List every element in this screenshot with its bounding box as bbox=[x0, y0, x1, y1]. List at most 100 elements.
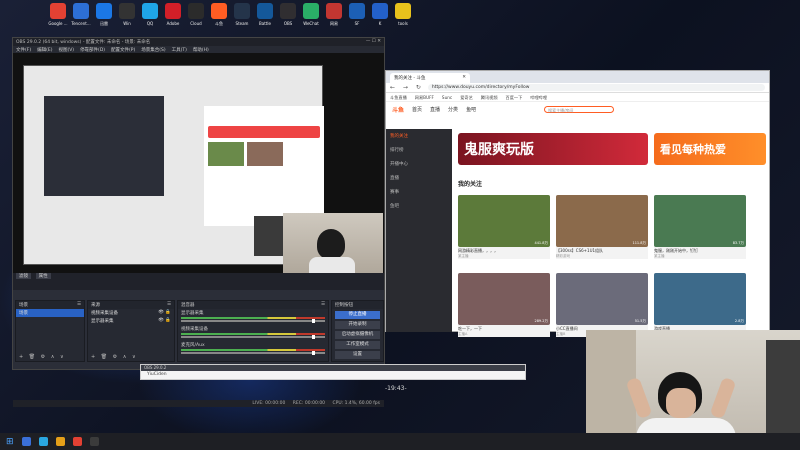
live-card[interactable]: 83.7万 鬼服，刚刚开始中，钉钉 某主播 bbox=[654, 195, 746, 259]
sidebar-item[interactable]: 排行榜 bbox=[386, 143, 452, 157]
taskbar: ⊞ bbox=[0, 433, 800, 450]
desktop-icon[interactable]: SF bbox=[345, 3, 369, 26]
desktop-icon[interactable]: WeChat bbox=[299, 3, 323, 26]
menu-icon[interactable]: ☰ bbox=[77, 302, 81, 308]
bookmark-item[interactable]: Sunc bbox=[442, 95, 452, 100]
eye-icon: 👁 🔒 bbox=[158, 318, 171, 323]
eye-icon: 👁 🔒 bbox=[158, 310, 171, 315]
live-card[interactable]: 441.8万 网游精彩直播，，，， 某主播 bbox=[458, 195, 550, 259]
mixer-row: 视频采集设备 bbox=[178, 325, 328, 341]
address-bar[interactable]: https://www.douyu.com/directory/myFollow bbox=[427, 84, 765, 91]
live-user: 某主播 bbox=[654, 254, 665, 258]
site-nav-item[interactable]: 鱼吧 bbox=[466, 106, 476, 113]
site-nav: 首页 直播 分类 鱼吧 bbox=[412, 106, 476, 113]
obs-taskbar-icon[interactable] bbox=[89, 437, 99, 446]
sidebar-item[interactable]: 我的关注 bbox=[386, 129, 452, 143]
browser-tab[interactable]: 我的关注 - 斗鱼 ✕ bbox=[390, 73, 470, 83]
source-item[interactable]: 显示器采集 👁 🔒 bbox=[88, 317, 174, 325]
live-card[interactable]: 289.2万 吃一下，一下 主播A bbox=[458, 273, 550, 337]
site-nav-item[interactable]: 首页 bbox=[412, 106, 422, 113]
desktop-icon-label: 迅雷 bbox=[100, 21, 108, 26]
bookmark-item[interactable]: 腾讯视频 bbox=[481, 95, 498, 100]
controls-title: 控制按钮 bbox=[335, 303, 353, 308]
mini-window[interactable]: OBS 29.0.2 YiuCiden bbox=[140, 364, 526, 380]
menu-icon[interactable]: ☰ bbox=[321, 302, 325, 308]
live-thumbnail[interactable]: 2.8万 bbox=[654, 273, 746, 325]
app-icon bbox=[142, 3, 158, 19]
nested-screen-capture bbox=[23, 65, 324, 265]
obs-window[interactable]: OBS 29.0.2 (64 bit, windows) - 配置文件: 未命名… bbox=[12, 37, 385, 407]
desktop-icon[interactable]: tools bbox=[391, 3, 415, 26]
desktop-icon[interactable]: Tencent... bbox=[69, 3, 93, 26]
window-controls-icon[interactable]: — ☐ ✕ bbox=[366, 39, 381, 45]
site-header: 斗鱼 首页 直播 分类 鱼吧 搜索主播/房间 bbox=[386, 102, 769, 116]
desktop-icon[interactable]: 网易 bbox=[322, 3, 346, 27]
source-tools[interactable]: + 🗑 ⚙ ∧ ∨ bbox=[91, 354, 138, 360]
obs-preview[interactable]: 滤镜 属性 bbox=[13, 53, 384, 290]
search-input[interactable]: 搜索主播/房间 bbox=[544, 105, 615, 113]
close-icon: ✕ bbox=[462, 75, 466, 80]
bookmark-item[interactable]: 百度一下 bbox=[506, 95, 523, 100]
menu-icon[interactable]: ☰ bbox=[167, 302, 171, 308]
bookmark-item[interactable]: 哔哩哔哩 bbox=[530, 95, 547, 100]
bookmark-item[interactable]: 爱奇艺 bbox=[460, 95, 473, 100]
scene-item[interactable]: 场景 bbox=[16, 309, 84, 317]
explorer-icon[interactable] bbox=[55, 437, 65, 446]
desktop-icon[interactable]: Win bbox=[115, 3, 139, 26]
chrome-icon[interactable] bbox=[72, 437, 82, 446]
scene-filter-pill[interactable]: 滤镜 bbox=[16, 273, 31, 279]
desktop-icon[interactable]: 迅雷 bbox=[92, 3, 116, 27]
app-icon bbox=[234, 3, 250, 19]
windows-start-icon[interactable]: ⊞ bbox=[6, 437, 14, 447]
virtual-camera-button[interactable]: 启动虚拟摄像机 bbox=[335, 331, 380, 339]
bookmark-item[interactable]: 斗鱼直播 bbox=[390, 95, 407, 100]
desktop-icon[interactable]: Adobe bbox=[161, 3, 185, 26]
volume-slider[interactable] bbox=[181, 335, 325, 339]
desktop-icon[interactable]: OBS bbox=[276, 3, 300, 26]
live-card[interactable]: 51.5万 小CC直播间 主播B bbox=[556, 273, 648, 337]
source-item[interactable]: 视频采集设备 👁 🔒 bbox=[88, 309, 174, 317]
settings-button[interactable]: 设置 bbox=[335, 351, 380, 359]
browser-window[interactable]: 我的关注 - 斗鱼 ✕ ← → ↻ https://www.douyu.com/d… bbox=[385, 70, 770, 337]
site-nav-item[interactable]: 分类 bbox=[448, 106, 458, 113]
desktop-icon[interactable]: Battle bbox=[253, 3, 277, 26]
live-thumbnail[interactable]: 51.5万 bbox=[556, 273, 648, 325]
nav-arrows-icon[interactable]: ← → ↻ bbox=[390, 84, 424, 91]
app-icon bbox=[119, 3, 135, 19]
desktop-icon-label: 网易 bbox=[330, 21, 338, 26]
live-card[interactable]: 2.8万游戏直播主播C bbox=[654, 273, 746, 337]
app-icon bbox=[326, 3, 342, 19]
banner-right[interactable]: 看见每种热爱 bbox=[654, 133, 766, 165]
source-props-pill[interactable]: 属性 bbox=[35, 273, 51, 279]
desktop-icon-label: K bbox=[378, 21, 382, 26]
desktop-icon[interactable]: Cloud bbox=[184, 3, 208, 26]
volume-slider[interactable] bbox=[181, 351, 325, 355]
desktop-icon[interactable]: Steam bbox=[230, 3, 254, 26]
bookmark-item[interactable]: 网易BUFF bbox=[415, 95, 434, 100]
sidebar-item[interactable]: 赛事 bbox=[386, 185, 452, 199]
studio-mode-button[interactable]: 工作室模式 bbox=[335, 341, 380, 349]
desktop-icon[interactable]: QQ bbox=[138, 3, 162, 26]
scene-tools[interactable]: + 🗑 ⚙ ∧ ∨ bbox=[19, 354, 66, 360]
sidebar-item[interactable]: 鱼吧 bbox=[386, 199, 452, 213]
live-thumbnail[interactable]: 289.2万 bbox=[458, 273, 550, 325]
douyu-logo[interactable]: 斗鱼 bbox=[392, 105, 404, 114]
banner-left[interactable]: 鬼服爽玩版 bbox=[458, 133, 648, 165]
search-icon[interactable] bbox=[21, 437, 31, 446]
sidebar-item[interactable]: 直播 bbox=[386, 171, 452, 185]
sidebar-item[interactable]: 开播中心 bbox=[386, 157, 452, 171]
edge-icon[interactable] bbox=[38, 437, 48, 446]
obs-titlebar[interactable]: OBS 29.0.2 (64 bit, windows) - 配置文件: 未命名… bbox=[13, 38, 384, 46]
volume-slider[interactable] bbox=[181, 319, 325, 323]
live-thumbnail[interactable]: 83.7万 bbox=[654, 195, 746, 247]
cpu-stat: CPU: 1.4%, 60.00 fps bbox=[332, 401, 381, 406]
live-thumbnail[interactable]: 111.8万 bbox=[556, 195, 648, 247]
desktop-icon[interactable]: 斗鱼 bbox=[207, 3, 231, 27]
live-thumbnail[interactable]: 441.8万 bbox=[458, 195, 550, 247]
site-nav-item[interactable]: 直播 bbox=[430, 106, 440, 113]
desktop-icon[interactable]: Google ... bbox=[46, 3, 70, 26]
stop-stream-button[interactable]: 停止直播 bbox=[335, 311, 380, 319]
start-recording-button[interactable]: 开始录制 bbox=[335, 321, 380, 329]
desktop-icon[interactable]: K bbox=[368, 3, 392, 26]
live-card[interactable]: 111.8万 【300ss】CS6+1U1组队 精彩游戏 bbox=[556, 195, 648, 259]
